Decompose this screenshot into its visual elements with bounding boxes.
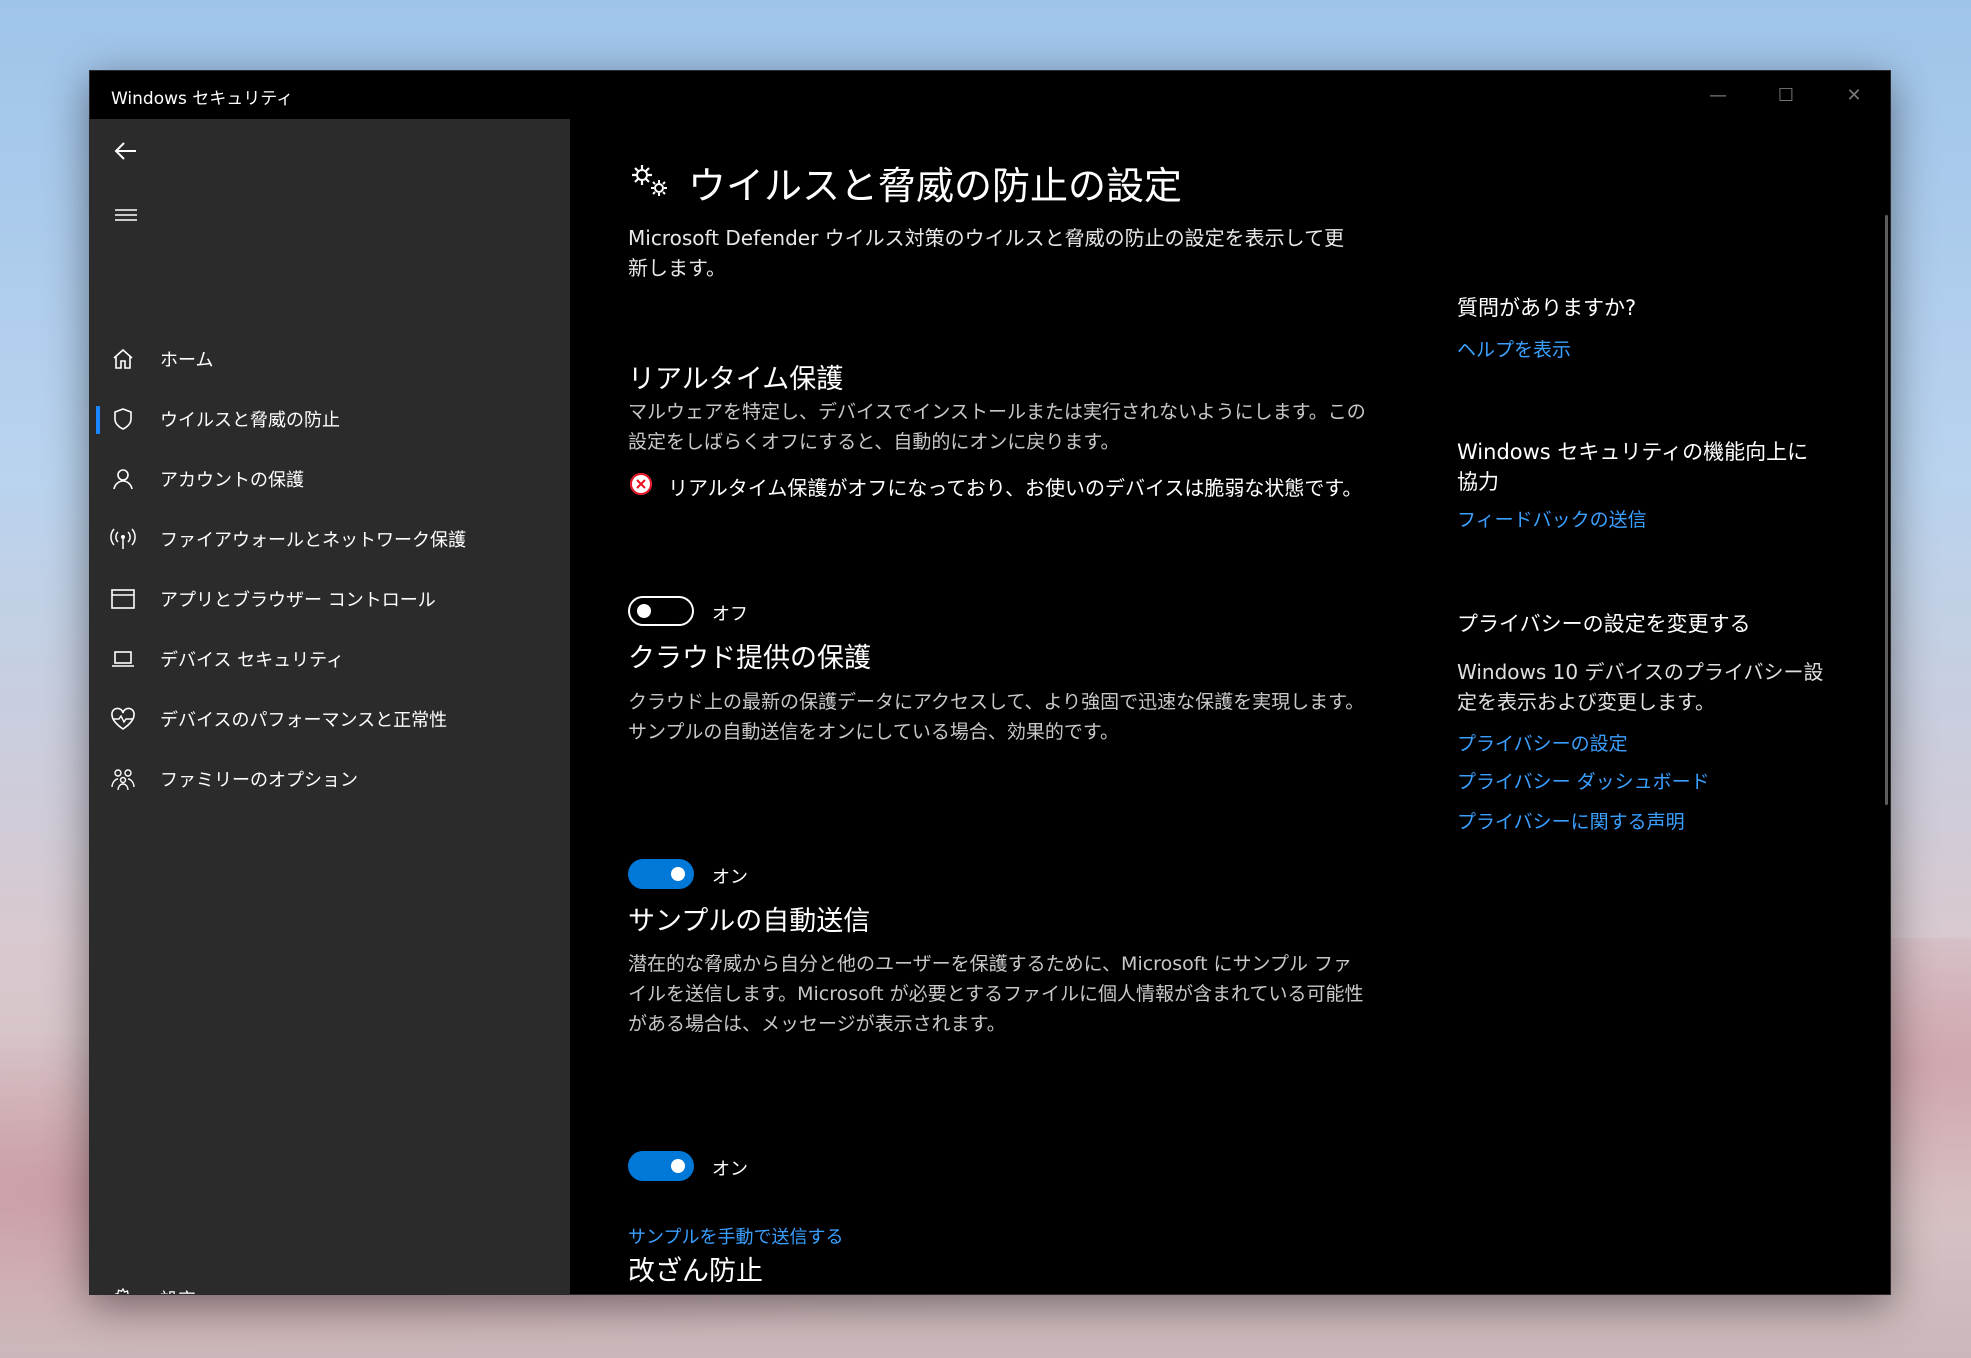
cloud-title: クラウド提供の保護: [628, 643, 871, 674]
app-window: Windows セキュリティ — ☐ ✕ ホーム ウイルスと脅威の防止 アカウン…: [89, 70, 1891, 1295]
gears-icon: [628, 161, 672, 205]
toggle-knob: [671, 867, 685, 881]
improve-heading: Windows セキュリティの機能向上に協力: [1457, 440, 1809, 494]
page-title-text: ウイルスと脅威の防止の設定: [688, 164, 1183, 208]
cloud-description: クラウド上の最新の保護データにアクセスして、より強固で迅速な保護を実現します。サ…: [628, 691, 1365, 743]
page-title: ウイルスと脅威の防止の設定: [628, 155, 1182, 210]
heart-pulse-icon: [108, 704, 138, 734]
page-description: Microsoft Defender ウイルス対策のウイルスと脅威の防止の設定を…: [628, 226, 1345, 280]
settings-label: 設定: [160, 1286, 196, 1294]
close-button[interactable]: ✕: [1820, 71, 1888, 119]
sample-toggle[interactable]: [628, 1151, 694, 1181]
realtime-warning-text: リアルタイム保護がオフになっており、お使いのデバイスは脆弱な状態です。: [668, 476, 1363, 500]
sample-toggle-label: オン: [712, 1159, 748, 1180]
wireless-icon: [108, 524, 138, 554]
toggle-knob: [671, 1159, 685, 1173]
privacy-settings-link[interactable]: プライバシーの設定: [1457, 729, 1628, 756]
sidebar-item-device-security[interactable]: デバイス セキュリティ: [90, 633, 570, 685]
home-icon: [108, 344, 138, 374]
app-window-icon: [108, 584, 138, 614]
shield-icon: [108, 404, 138, 434]
sample-title: サンプルの自動送信: [628, 906, 871, 937]
minimize-button[interactable]: —: [1684, 71, 1752, 119]
realtime-warning: リアルタイム保護がオフになっており、お使いのデバイスは脆弱な状態です。: [628, 471, 1362, 502]
sidebar-item-label: ホーム: [160, 350, 214, 371]
sidebar: ホーム ウイルスと脅威の防止 アカウントの保護 ファイアウォールとネットワーク保…: [90, 119, 570, 1294]
sidebar-item-settings[interactable]: 設定: [90, 1273, 570, 1294]
cloud-toggle[interactable]: [628, 859, 694, 889]
maximize-button[interactable]: ☐: [1752, 71, 1820, 119]
sidebar-item-label: ウイルスと脅威の防止: [160, 410, 340, 431]
sidebar-item-account[interactable]: アカウントの保護: [90, 453, 570, 505]
realtime-toggle-label: オフ: [712, 604, 748, 625]
scrollbar[interactable]: [1885, 215, 1888, 805]
toggle-knob: [637, 604, 651, 618]
manual-sample-link[interactable]: サンプルを手動で送信する: [628, 1223, 843, 1249]
family-icon: [108, 764, 138, 794]
feedback-link[interactable]: フィードバックの送信: [1457, 505, 1647, 532]
sidebar-item-label: ファイアウォールとネットワーク保護: [160, 530, 466, 551]
sidebar-item-label: デバイスのパフォーマンスと正常性: [160, 710, 448, 731]
sidebar-item-home[interactable]: ホーム: [90, 333, 570, 385]
sidebar-item-label: デバイス セキュリティ: [160, 650, 345, 671]
privacy-dashboard-link[interactable]: プライバシー ダッシュボード: [1457, 767, 1710, 794]
help-link[interactable]: ヘルプを表示: [1457, 335, 1571, 362]
sidebar-item-label: アプリとブラウザー コントロール: [160, 590, 436, 611]
window-title: Windows セキュリティ: [111, 89, 294, 109]
hamburger-icon: [115, 209, 137, 221]
cloud-toggle-label: オン: [712, 867, 748, 888]
realtime-toggle[interactable]: [628, 596, 694, 626]
person-icon: [108, 464, 138, 494]
title-bar: Windows セキュリティ — ☐ ✕: [90, 71, 1890, 119]
sidebar-item-performance[interactable]: デバイスのパフォーマンスと正常性: [90, 693, 570, 745]
question-heading: 質問がありますか?: [1457, 296, 1637, 320]
sidebar-item-app-browser[interactable]: アプリとブラウザー コントロール: [90, 573, 570, 625]
realtime-title: リアルタイム保護: [628, 364, 844, 395]
back-button[interactable]: [104, 131, 148, 171]
sidebar-item-virus-protection[interactable]: ウイルスと脅威の防止: [90, 393, 570, 445]
gear-icon: [108, 1284, 138, 1294]
sample-description: 潜在的な脅威から自分と他のユーザーを保護するために、Microsoft にサンプ…: [628, 953, 1364, 1035]
main-content: ウイルスと脅威の防止の設定 Microsoft Defender ウイルス対策の…: [570, 119, 1890, 1294]
tamper-title: 改ざん防止: [628, 1256, 763, 1287]
privacy-description: Windows 10 デバイスのプライバシー設定を表示および変更します。: [1457, 660, 1824, 714]
laptop-icon: [108, 644, 138, 674]
sidebar-item-label: アカウントの保護: [160, 470, 304, 491]
privacy-heading: プライバシーの設定を変更する: [1457, 612, 1751, 636]
sidebar-item-firewall[interactable]: ファイアウォールとネットワーク保護: [90, 513, 570, 565]
realtime-description: マルウェアを特定し、デバイスでインストールまたは実行されないようにします。この設…: [628, 401, 1366, 453]
sidebar-item-label: ファミリーのオプション: [160, 770, 358, 791]
privacy-statement-link[interactable]: プライバシーに関する声明: [1457, 807, 1685, 834]
sidebar-item-family[interactable]: ファミリーのオプション: [90, 753, 570, 805]
error-icon: [628, 471, 654, 502]
hamburger-menu-button[interactable]: [104, 195, 148, 235]
back-arrow-icon: [114, 142, 136, 160]
